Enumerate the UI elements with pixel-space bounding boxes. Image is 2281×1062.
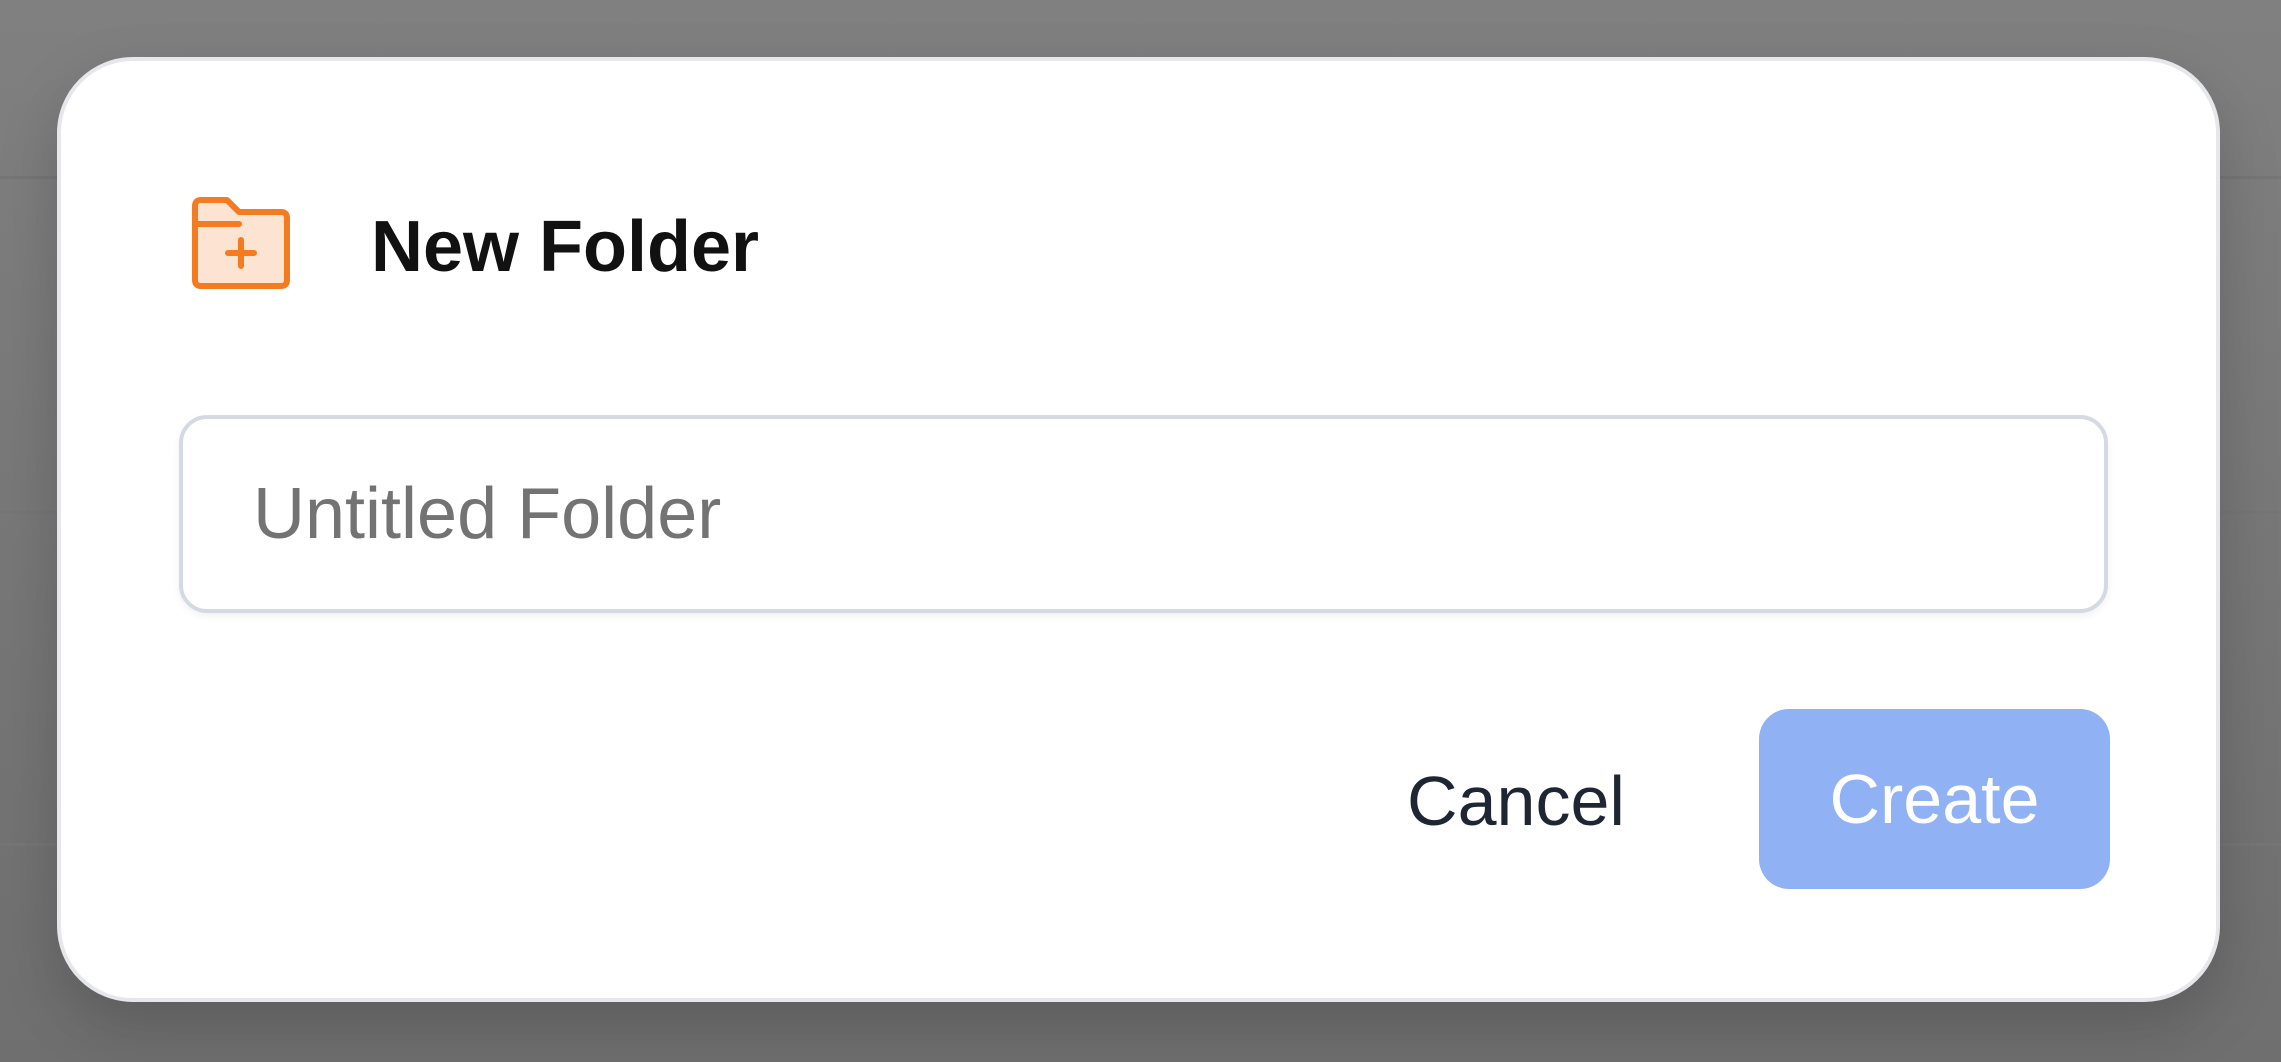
cancel-button[interactable]: Cancel <box>1381 711 1651 891</box>
folder-name-input[interactable] <box>179 415 2108 613</box>
new-folder-dialog: New Folder Cancel Create <box>57 57 2220 1002</box>
folder-plus-icon <box>192 197 290 289</box>
create-button[interactable]: Create <box>1759 709 2110 889</box>
dialog-title: New Folder <box>371 207 760 287</box>
